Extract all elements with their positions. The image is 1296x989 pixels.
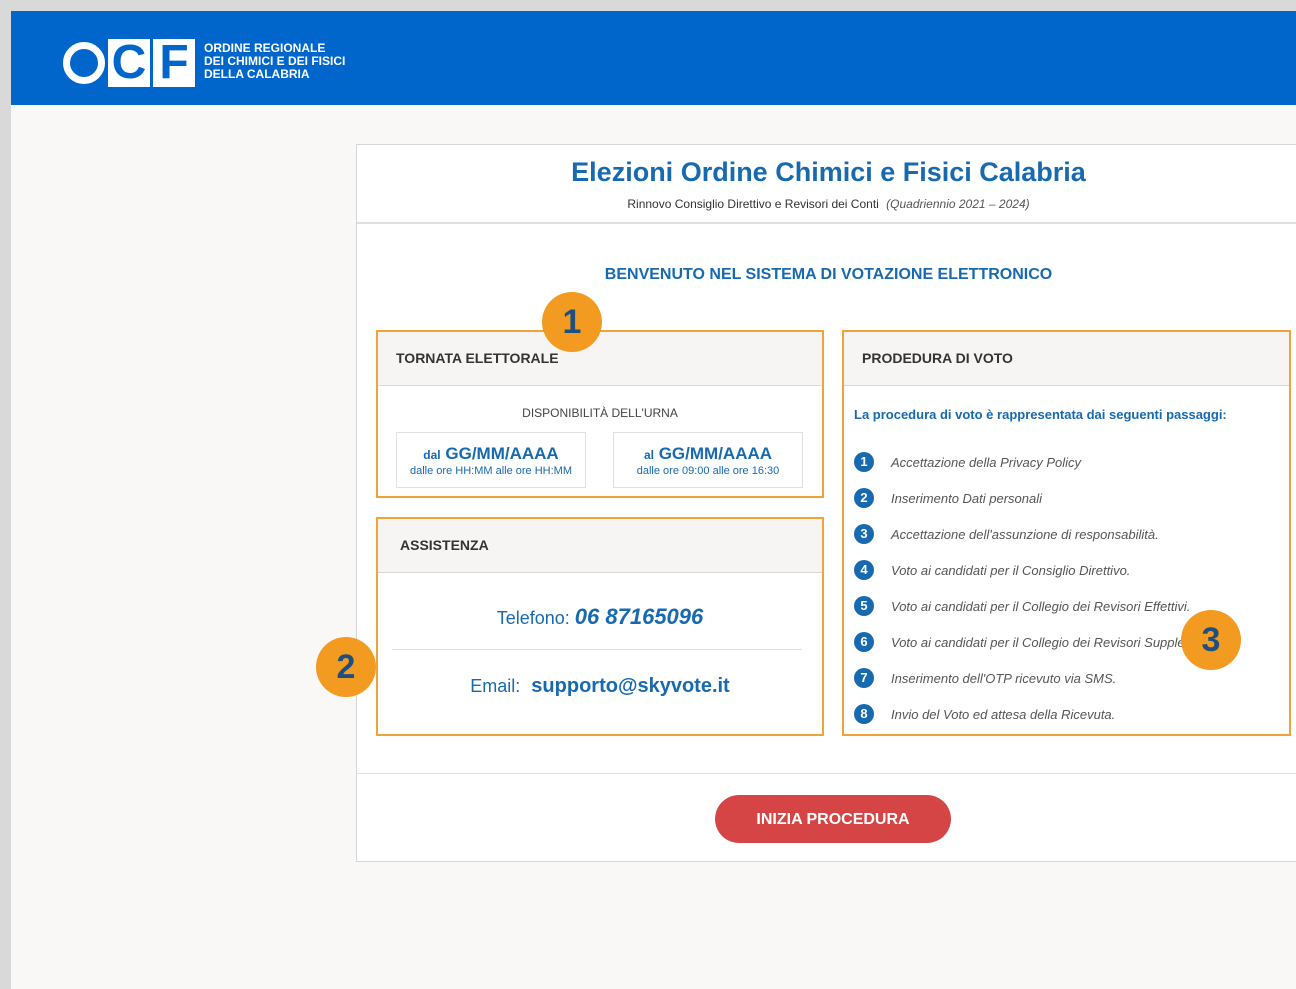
org-line-1: ORDINE REGIONALE [204, 40, 326, 55]
availability-label: DISPONIBILITÀ DELL'URNA [522, 406, 678, 420]
phone-label: Telefono: [496, 608, 570, 628]
phone-line: Telefono: 06 87165096 [378, 604, 822, 630]
ocf-logo[interactable]: C F ORDINE REGIONALE DEI CHIMICI E DEI F… [63, 37, 345, 89]
org-line-2: DEI CHIMICI E DEI FISICI [204, 53, 346, 68]
step-number-icon: 5 [854, 596, 874, 616]
start-procedure-button[interactable]: INIZIA PROCEDURA [715, 795, 951, 843]
step-item: 6 Voto ai candidati per il Collegio dei R… [854, 624, 1202, 660]
card-header: Elezioni Ordine Chimici e Fisici Calabri… [357, 145, 1296, 224]
step-number-icon: 1 [854, 452, 874, 472]
step-number-icon: 7 [854, 668, 874, 688]
step-item: 5 Voto ai candidati per il Collegio dei R… [854, 588, 1202, 624]
to-prefix: al [643, 448, 654, 462]
header-bar: C F ORDINE REGIONALE DEI CHIMICI E DEI F… [11, 11, 1296, 105]
subtitle-period: (Quadriennio 2021 – 2024) [886, 197, 1030, 211]
to-hours: dalle ore 09:00 alle ore 16:30 [636, 465, 780, 477]
step-number-icon: 8 [854, 704, 874, 724]
step-item: 3 Accettazione dell'assunzione di respons… [854, 516, 1202, 552]
step-text: Voto ai candidati per il Collegio dei Re… [891, 598, 1191, 614]
from-date: GG/MM/AAAA [445, 444, 559, 463]
election-card: Elezioni Ordine Chimici e Fisici Calabri… [356, 144, 1296, 862]
tornata-heading: TORNATA ELETTORALE [378, 332, 822, 386]
logo-o-mark [63, 42, 105, 84]
page-subtitle: Rinnovo Consiglio Direttivo e Revisori d… [357, 197, 1296, 211]
step-number-icon: 4 [854, 560, 874, 580]
step-text: Inserimento Dati personali [891, 490, 1043, 506]
step-text: Voto ai candidati per il Consiglio Diret… [891, 562, 1131, 578]
steps-list: 1 Accettazione della Privacy Policy 2 Inse… [854, 444, 1202, 732]
procedura-intro: La procedura di voto è rappresentata dai… [854, 407, 1227, 422]
procedura-panel: PRODEDURA DI VOTO La procedura di voto è… [842, 330, 1291, 736]
step-text: Accettazione dell'assunzione di responsa… [891, 526, 1159, 542]
annotation-badge-3: 3 [1181, 610, 1241, 670]
org-name: ORDINE REGIONALE DEI CHIMICI E DEI FISIC… [204, 40, 346, 81]
step-number-icon: 6 [854, 632, 874, 652]
step-text: Inserimento dell'OTP ricevuto via SMS. [891, 670, 1117, 686]
page-title: Elezioni Ordine Chimici e Fisici Calabri… [571, 157, 1086, 187]
phone-number[interactable]: 06 87165096 [575, 604, 703, 629]
step-item: 4 Voto ai candidati per il Consiglio Dire… [854, 552, 1202, 588]
from-hours: dalle ore HH:MM alle ore HH:MM [410, 465, 572, 477]
email-label: Email: [470, 676, 521, 696]
step-text: Accettazione della Privacy Policy [891, 454, 1082, 470]
org-line-3: DELLA CALABRIA [204, 66, 310, 81]
tornata-panel: TORNATA ELETTORALE DISPONIBILITÀ DELL'UR… [376, 330, 824, 498]
from-prefix: dal [423, 448, 441, 462]
annotation-badge-2: 2 [316, 637, 376, 697]
step-text: Voto ai candidati per il Collegio dei Re… [891, 634, 1202, 650]
welcome-heading: BENVENUTO NEL SISTEMA DI VOTAZIONE ELETT… [604, 266, 1053, 283]
start-date-box: dal GG/MM/AAAA dalle ore HH:MM alle ore … [396, 432, 586, 488]
divider [392, 649, 802, 650]
to-date: GG/MM/AAAA [658, 444, 773, 463]
step-number-icon: 3 [854, 524, 874, 544]
step-item: 2 Inserimento Dati personali [854, 480, 1202, 516]
card-footer: INIZIA PROCEDURA [357, 773, 1296, 864]
email-link[interactable]: supporto@skyvote.it [531, 675, 729, 697]
subtitle-text: Rinnovo Consiglio Direttivo e Revisori d… [627, 197, 879, 211]
step-text: Invio del Voto ed attesa della Ricevuta. [891, 706, 1116, 722]
assistenza-heading: ASSISTENZA [378, 519, 822, 573]
step-item: 8 Invio del Voto ed attesa della Ricevuta… [854, 696, 1202, 732]
step-number-icon: 2 [854, 488, 874, 508]
end-date-box: al GG/MM/AAAA dalle ore 09:00 alle ore 1… [613, 432, 803, 488]
assistenza-panel: ASSISTENZA Telefono: 06 87165096 Email: … [376, 517, 824, 736]
email-line: Email: supporto@skyvote.it [378, 675, 822, 698]
app-frame: C F ORDINE REGIONALE DEI CHIMICI E DEI F… [11, 11, 1296, 989]
step-item: 7 Inserimento dell'OTP ricevuto via SMS. [854, 660, 1202, 696]
logo-c-mark: C [108, 39, 150, 87]
step-item: 1 Accettazione della Privacy Policy [854, 444, 1202, 480]
logo-f-mark: F [153, 39, 195, 87]
procedura-heading: PRODEDURA DI VOTO [844, 332, 1289, 386]
annotation-badge-1: 1 [542, 292, 602, 352]
